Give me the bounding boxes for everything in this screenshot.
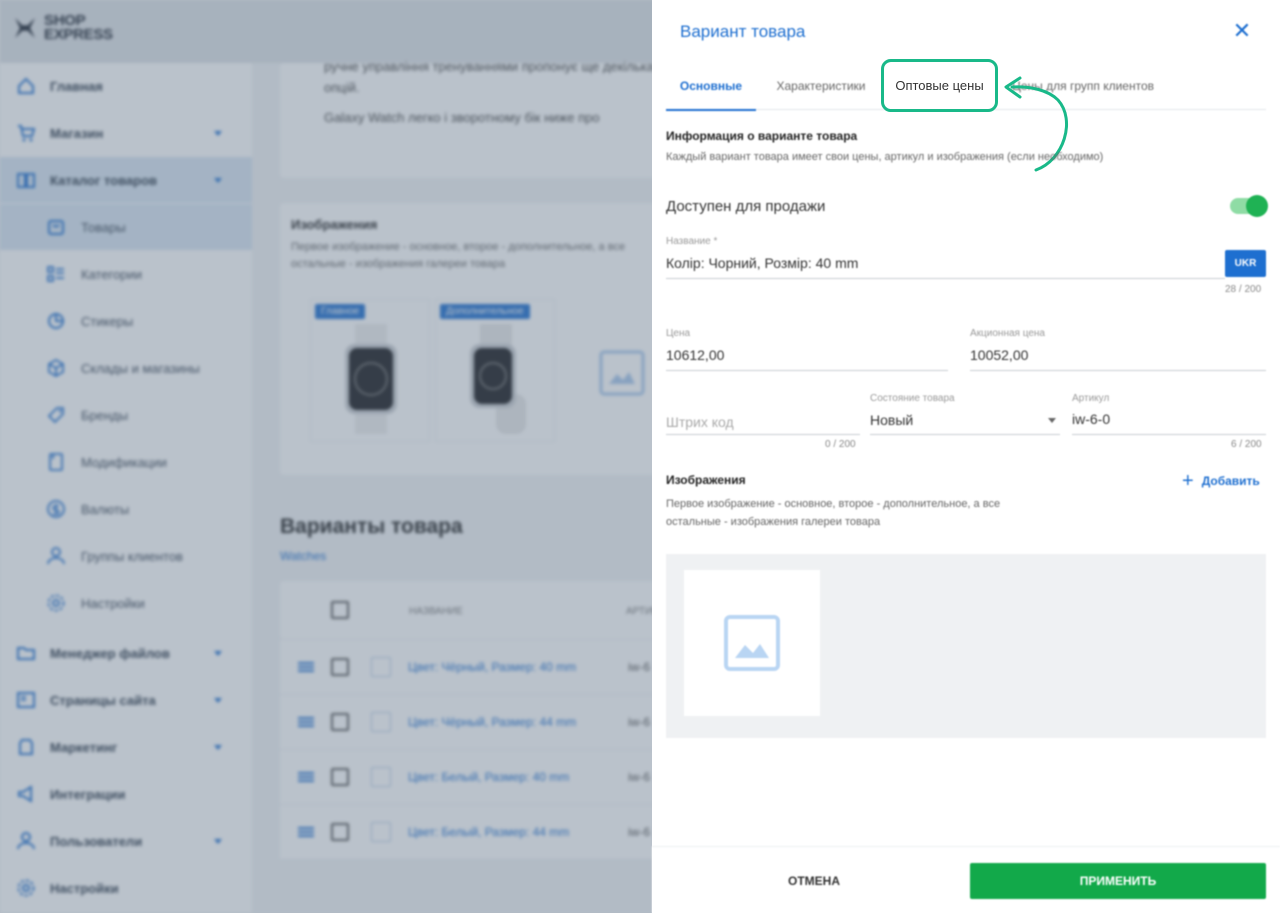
chevron-down-icon[interactable] <box>1048 418 1056 423</box>
tab-main[interactable]: Основные <box>666 62 756 111</box>
article-label: Артикул <box>1072 393 1110 404</box>
cancel-button[interactable]: ОТМЕНА <box>752 863 876 899</box>
tab-wholesale-label: Оптовые цены <box>895 78 984 93</box>
available-toggle[interactable] <box>1230 195 1268 217</box>
price-field[interactable]: 10612,00 <box>666 347 724 363</box>
close-icon[interactable]: ✕ <box>1230 20 1254 44</box>
add-image-button[interactable]: + Добавить <box>1182 470 1260 492</box>
tab-active-indicator <box>666 109 756 111</box>
modal-backdrop[interactable] <box>0 0 652 913</box>
image-placeholder-icon <box>724 615 780 671</box>
info-subtitle: Каждый вариант товара имеет свои цены, а… <box>666 151 1104 163</box>
variant-images-area <box>666 554 1266 738</box>
tab-wholesale-prices[interactable]: Оптовые цены <box>881 59 998 112</box>
tab-characteristics-label: Характеристики <box>776 79 866 93</box>
variant-drawer: Вариант товара ✕ Основные Характеристики… <box>652 0 1280 913</box>
drawer-title: Вариант товара <box>680 22 806 41</box>
barcode-counter: 0 / 200 <box>825 439 856 450</box>
article-field[interactable]: iw-6-0 <box>1072 411 1110 427</box>
toggle-knob <box>1246 195 1268 217</box>
drawer-footer: ОТМЕНА ПРИМЕНИТЬ <box>652 846 1280 913</box>
promo-price-label: Акционная цена <box>970 328 1045 339</box>
plus-icon: + <box>1182 470 1194 492</box>
variant-images-title: Изображения <box>666 473 746 487</box>
article-underline <box>1072 434 1266 435</box>
price-underline <box>666 370 948 371</box>
name-field[interactable]: Колір: Чорний, Розмір: 40 mm <box>666 255 858 271</box>
article-counter: 6 / 200 <box>1231 439 1262 450</box>
add-image-label: Добавить <box>1201 474 1260 488</box>
barcode-underline <box>666 434 860 435</box>
callout-arrow-icon <box>1004 76 1068 172</box>
image-upload-slot[interactable] <box>684 570 820 716</box>
variant-images-subtitle: Первое изображение - основное, второе - … <box>666 498 1001 528</box>
condition-select[interactable]: Новый <box>870 412 913 428</box>
name-counter: 28 / 200 <box>1225 284 1262 295</box>
promo-price-field[interactable]: 10052,00 <box>970 347 1028 363</box>
price-label: Цена <box>666 328 691 339</box>
name-underline <box>666 278 1225 279</box>
name-label: Название * <box>666 236 718 247</box>
language-button[interactable]: UKR <box>1225 250 1266 277</box>
condition-underline <box>870 434 1060 435</box>
info-title: Информация о варианте товара <box>666 129 858 143</box>
promo-price-underline <box>970 370 1266 371</box>
condition-label: Состояние товара <box>870 393 955 404</box>
apply-button[interactable]: ПРИМЕНИТЬ <box>970 863 1266 899</box>
available-label: Доступен для продажи <box>666 198 826 215</box>
barcode-field[interactable]: Штрих код <box>666 414 734 430</box>
tab-characteristics[interactable]: Характеристики <box>766 62 876 110</box>
tab-main-label: Основные <box>679 79 743 93</box>
